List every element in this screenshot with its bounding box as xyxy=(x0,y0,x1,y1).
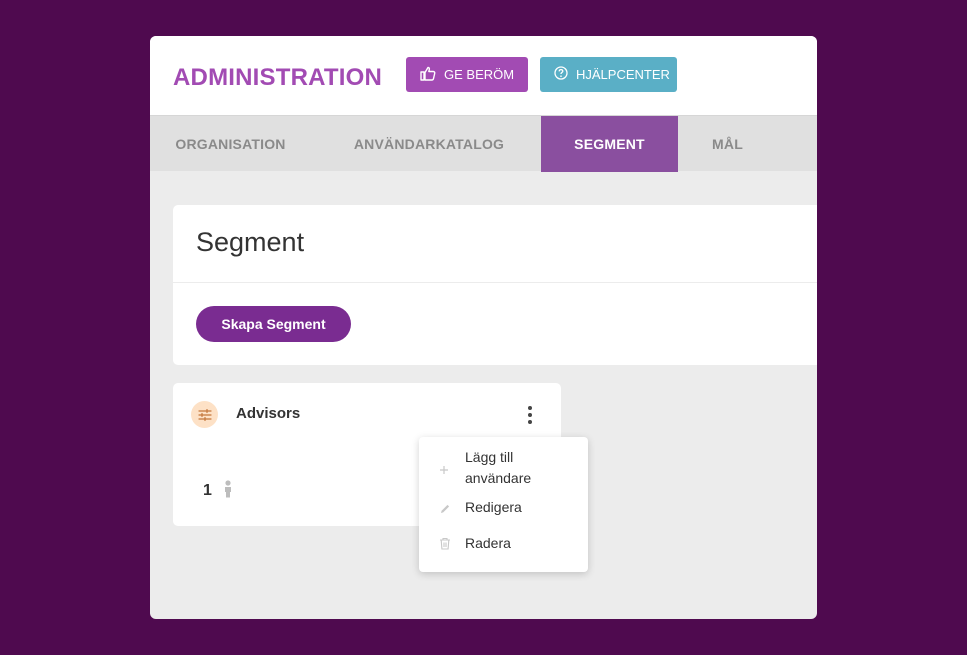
thumbs-up-icon xyxy=(420,66,436,84)
menu-item-label: Radera xyxy=(465,535,511,551)
plus-icon xyxy=(439,462,449,480)
menu-item-label: Redigera xyxy=(465,499,522,515)
admin-panel: ADMINISTRATION GE BERÖM HJÄLPCENTER ORGA… xyxy=(150,36,817,619)
menu-item-delete[interactable]: Radera xyxy=(419,533,588,555)
menu-item-label: Lägg till användare xyxy=(465,449,532,486)
help-center-label: HJÄLPCENTER xyxy=(576,67,670,82)
tab-user-directory[interactable]: ANVÄNDARKATALOG xyxy=(336,116,522,172)
give-praise-button[interactable]: GE BERÖM xyxy=(406,57,528,92)
member-count: 1 xyxy=(203,482,212,499)
section-heading: Segment xyxy=(196,227,305,257)
pencil-icon xyxy=(439,502,451,520)
menu-item-add-user[interactable]: Lägg till användare xyxy=(419,447,588,492)
segment-name: Advisors xyxy=(236,405,301,422)
tab-bar: ORGANISATION ANVÄNDARKATALOG SEGMENT MÅL xyxy=(150,115,817,172)
page-title: ADMINISTRATION xyxy=(173,64,383,91)
tab-organisation[interactable]: ORGANISATION xyxy=(150,116,311,172)
segment-header-card: Segment Skapa Segment xyxy=(173,205,817,365)
tab-segment[interactable]: SEGMENT xyxy=(541,116,678,172)
create-segment-button[interactable]: Skapa Segment xyxy=(196,306,351,342)
help-icon xyxy=(554,66,568,83)
give-praise-label: GE BERÖM xyxy=(444,67,515,82)
menu-item-edit[interactable]: Redigera xyxy=(419,497,588,519)
help-center-button[interactable]: HJÄLPCENTER xyxy=(540,57,677,92)
sliders-icon xyxy=(191,401,218,428)
tab-goals[interactable]: MÅL xyxy=(690,116,765,172)
header: ADMINISTRATION GE BERÖM HJÄLPCENTER xyxy=(150,36,817,115)
divider xyxy=(173,282,817,283)
trash-icon xyxy=(439,537,451,555)
more-options-icon[interactable] xyxy=(523,403,537,427)
context-menu: Lägg till användare Redigera Radera xyxy=(419,437,588,572)
person-icon xyxy=(223,480,233,503)
